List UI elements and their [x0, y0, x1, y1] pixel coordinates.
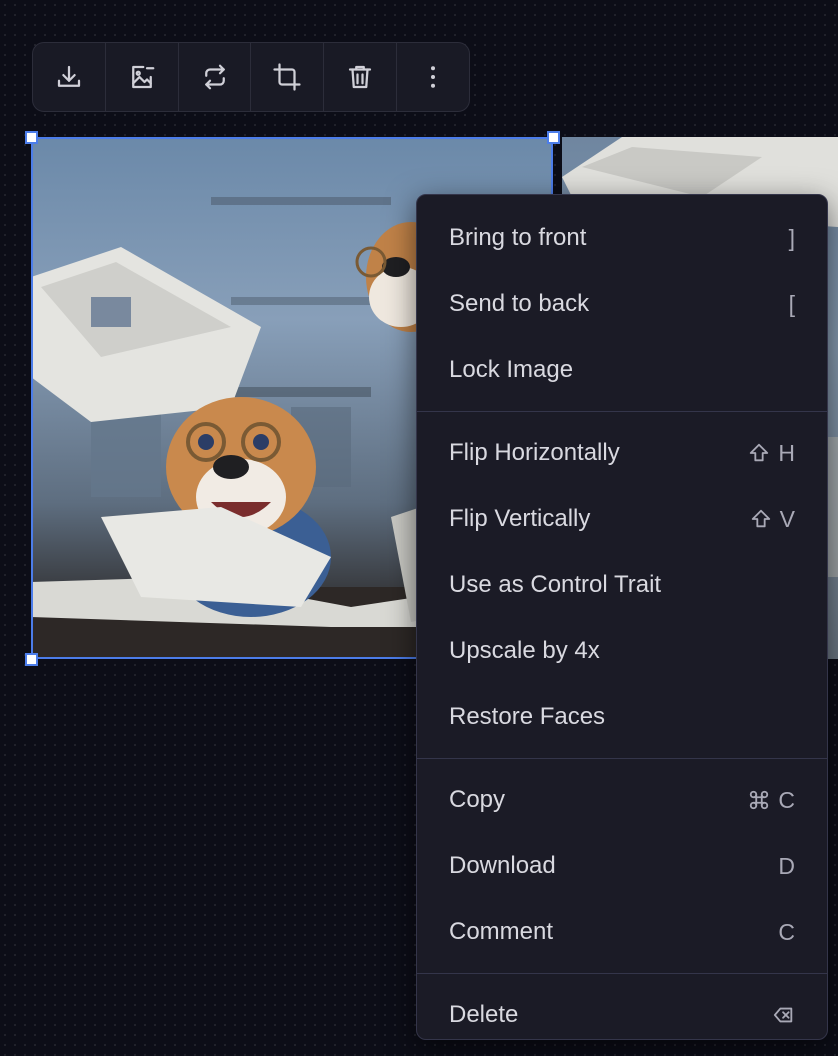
- menu-item-shortcut: V: [750, 506, 795, 533]
- menu-item-label: Restore Faces: [449, 703, 606, 730]
- more-vertical-icon: [431, 66, 436, 88]
- shift-icon: [751, 509, 770, 528]
- repeat-icon: [204, 64, 225, 90]
- menu-item-flip-vertically[interactable]: Flip Vertically V: [417, 486, 827, 552]
- menu-item-label: Copy: [449, 786, 506, 813]
- shortcut-key: H: [778, 439, 795, 466]
- resize-handle-top-left[interactable]: [25, 131, 38, 144]
- menu-item-label: Bring to front: [449, 224, 587, 251]
- repeat-button[interactable]: [179, 43, 252, 111]
- menu-item-shortcut: ]: [788, 224, 795, 251]
- context-menu: Bring to front ] Send to back [ Lock Ima…: [416, 194, 828, 1040]
- shortcut-key: C: [778, 786, 795, 813]
- menu-section-arrange: Bring to front ] Send to back [ Lock Ima…: [417, 195, 827, 412]
- menu-item-label: Comment: [449, 918, 554, 945]
- menu-item-label: Delete: [449, 1001, 519, 1028]
- menu-item-use-as-control-trait[interactable]: Use as Control Trait: [417, 552, 827, 618]
- menu-item-label: Download: [449, 852, 556, 879]
- menu-item-shortcut: H: [748, 440, 795, 467]
- menu-item-label: Flip Vertically: [449, 505, 591, 532]
- delete-button[interactable]: [324, 43, 398, 111]
- menu-item-send-to-back[interactable]: Send to back [: [417, 271, 827, 337]
- shortcut-key: V: [779, 505, 795, 532]
- download-icon: [57, 65, 81, 87]
- menu-item-comment[interactable]: Comment C: [417, 899, 827, 965]
- menu-item-shortcut: D: [778, 852, 795, 879]
- menu-item-bring-to-front[interactable]: Bring to front ]: [417, 205, 827, 271]
- command-icon: [750, 790, 769, 810]
- resize-handle-bottom-left[interactable]: [25, 653, 38, 666]
- shift-icon: [750, 443, 769, 462]
- menu-item-label: Flip Horizontally: [449, 439, 620, 466]
- menu-item-label: Upscale by 4x: [449, 637, 600, 664]
- menu-section-actions: Copy C Download D Comment C: [417, 759, 827, 974]
- menu-item-download[interactable]: Download D: [417, 833, 827, 899]
- crop-icon: [273, 63, 302, 91]
- menu-item-copy[interactable]: Copy C: [417, 767, 827, 833]
- menu-item-shortcut: C: [778, 918, 795, 945]
- menu-item-label: Send to back: [449, 290, 590, 317]
- menu-item-upscale[interactable]: Upscale by 4x: [417, 618, 827, 684]
- download-button[interactable]: [33, 43, 106, 111]
- crop-button[interactable]: [251, 43, 325, 111]
- menu-item-flip-horizontally[interactable]: Flip Horizontally H: [417, 420, 827, 486]
- menu-item-label: Lock Image: [449, 356, 574, 383]
- backspace-icon: [773, 1007, 793, 1023]
- image-edit-icon: [131, 65, 155, 89]
- menu-item-delete[interactable]: Delete: [417, 982, 827, 1048]
- image-edit-button[interactable]: [106, 43, 179, 111]
- menu-section-transform: Flip Horizontally H Flip Vertically V Us…: [417, 412, 827, 759]
- menu-item-label: Use as Control Trait: [449, 571, 662, 598]
- trash-icon: [349, 65, 372, 89]
- menu-item-shortcut: [: [788, 290, 795, 317]
- menu-item-shortcut: C: [748, 787, 795, 814]
- menu-item-shortcut: [773, 1004, 795, 1026]
- menu-item-lock-image[interactable]: Lock Image: [417, 337, 827, 403]
- image-toolbar: [32, 42, 470, 112]
- menu-item-restore-faces[interactable]: Restore Faces: [417, 684, 827, 750]
- more-button[interactable]: [397, 43, 469, 111]
- resize-handle-top-right[interactable]: [547, 131, 560, 144]
